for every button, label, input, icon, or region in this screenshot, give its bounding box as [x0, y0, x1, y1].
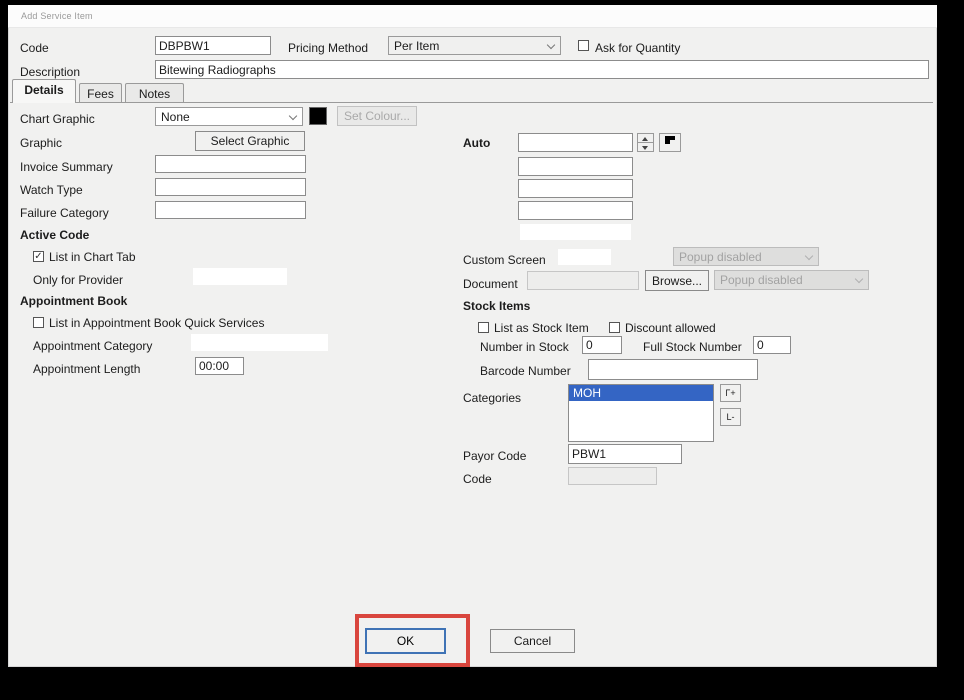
appointment-length-input[interactable]	[195, 357, 244, 375]
graphic-label: Graphic	[20, 136, 62, 150]
custom-screen-input[interactable]	[558, 249, 611, 265]
failure-category-label: Failure Category	[20, 206, 109, 220]
ask-for-quantity-label: Ask for Quantity	[595, 41, 680, 55]
auto-input-5[interactable]	[520, 224, 631, 240]
list-as-stock-item-checkbox[interactable]	[478, 322, 489, 333]
active-code-header: Active Code	[20, 228, 89, 242]
tab-details[interactable]: Details	[12, 79, 76, 103]
list-in-chart-tab-checkbox[interactable]	[33, 251, 44, 262]
code2-input[interactable]	[568, 467, 657, 485]
auto-input-1[interactable]	[518, 133, 633, 152]
category-remove-button[interactable]: L-	[720, 408, 741, 426]
spinner-down-button[interactable]	[637, 143, 654, 152]
appointment-category-input[interactable]	[191, 334, 328, 351]
discount-allowed-checkbox[interactable]	[609, 322, 620, 333]
chevron-down-icon	[855, 275, 863, 283]
payor-code-label: Payor Code	[463, 449, 526, 463]
barcode-number-input[interactable]	[588, 359, 758, 380]
tab-fees[interactable]: Fees	[79, 83, 122, 103]
auto-label: Auto	[463, 136, 490, 150]
number-in-stock-input[interactable]	[582, 336, 622, 354]
cancel-button[interactable]: Cancel	[490, 629, 575, 653]
pricing-method-value: Per Item	[394, 39, 439, 53]
list-in-chart-tab-label: List in Chart Tab	[49, 250, 136, 264]
chart-graphic-value: None	[161, 110, 190, 124]
pricing-method-select[interactable]: Per Item	[388, 36, 561, 55]
auto-spinner[interactable]	[637, 133, 654, 152]
pricing-method-label: Pricing Method	[288, 41, 368, 55]
code-label: Code	[20, 41, 49, 55]
barcode-number-label: Barcode Number	[480, 364, 571, 378]
list-in-appointment-book-label: List in Appointment Book Quick Services	[49, 316, 264, 330]
custom-screen-label: Custom Screen	[463, 253, 546, 267]
code-input[interactable]	[155, 36, 271, 55]
only-for-provider-input[interactable]	[193, 268, 287, 285]
black-chart-arrow-icon	[664, 135, 676, 145]
arrow-up-icon	[642, 137, 648, 141]
select-graphic-button[interactable]: Select Graphic	[195, 131, 305, 151]
browse-button[interactable]: Browse...	[645, 270, 709, 291]
custom-screen-popup-value: Popup disabled	[679, 250, 762, 264]
tab-notes-label: Notes	[139, 87, 170, 101]
document-popup-value: Popup disabled	[720, 273, 803, 287]
tab-strip-divider	[10, 102, 933, 103]
spinner-up-button[interactable]	[637, 133, 654, 143]
only-for-provider-label: Only for Provider	[33, 273, 123, 287]
failure-category-input[interactable]	[155, 201, 306, 219]
chevron-down-icon	[289, 112, 297, 120]
categories-label: Categories	[463, 391, 521, 405]
description-input[interactable]	[155, 60, 929, 79]
watch-type-input[interactable]	[155, 178, 306, 196]
appointment-length-label: Appointment Length	[33, 362, 140, 376]
document-label: Document	[463, 277, 518, 291]
full-stock-number-input[interactable]	[753, 336, 791, 354]
colour-swatch	[309, 107, 327, 125]
number-in-stock-label: Number in Stock	[480, 340, 569, 354]
auto-input-4[interactable]	[518, 201, 633, 220]
document-input[interactable]	[527, 271, 639, 290]
auto-input-3[interactable]	[518, 179, 633, 198]
chevron-down-icon	[547, 41, 555, 49]
category-list-item[interactable]: MOH	[569, 385, 713, 401]
chart-graphic-label: Chart Graphic	[20, 112, 95, 126]
arrow-down-icon	[642, 146, 648, 150]
categories-listbox[interactable]: MOH	[568, 384, 714, 442]
payor-code-input[interactable]	[568, 444, 682, 464]
invoice-summary-label: Invoice Summary	[20, 160, 113, 174]
chevron-down-icon	[805, 252, 813, 260]
ask-for-quantity-checkbox[interactable]	[578, 40, 589, 51]
discount-allowed-label: Discount allowed	[625, 321, 716, 335]
auto-input-2[interactable]	[518, 157, 633, 176]
chart-graphic-select[interactable]: None	[155, 107, 303, 126]
list-in-appointment-book-checkbox[interactable]	[33, 317, 44, 328]
appointment-category-label: Appointment Category	[33, 339, 152, 353]
title-bar: Add Service Item	[8, 5, 937, 28]
window-title: Add Service Item	[21, 11, 93, 21]
code2-label: Code	[463, 472, 492, 486]
category-add-button[interactable]: Γ+	[720, 384, 741, 402]
stock-items-header: Stock Items	[463, 299, 530, 313]
invoice-summary-input[interactable]	[155, 155, 306, 173]
appointment-book-header: Appointment Book	[20, 294, 127, 308]
set-colour-button[interactable]: Set Colour...	[337, 106, 417, 126]
description-label: Description	[20, 65, 80, 79]
document-popup-select[interactable]: Popup disabled	[714, 270, 869, 290]
list-as-stock-item-label: List as Stock Item	[494, 321, 589, 335]
custom-screen-popup-select[interactable]: Popup disabled	[673, 247, 819, 266]
watch-type-label: Watch Type	[20, 183, 83, 197]
tab-notes[interactable]: Notes	[125, 83, 184, 103]
tab-fees-label: Fees	[87, 87, 114, 101]
auto-chart-picker-button[interactable]	[659, 133, 681, 152]
ok-button[interactable]: OK	[365, 628, 446, 654]
add-service-item-dialog: Add Service Item Code Pricing Method Per…	[8, 5, 937, 667]
tab-details-label: Details	[24, 83, 63, 97]
full-stock-number-label: Full Stock Number	[643, 340, 742, 354]
